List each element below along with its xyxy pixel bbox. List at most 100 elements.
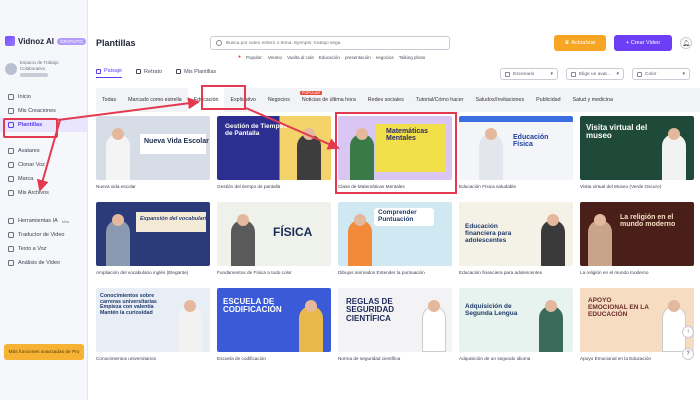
category-salud[interactable]: Salud y medicina — [567, 88, 619, 112]
template-thumbnail: FÍSICA — [217, 202, 331, 266]
ai-tools-icon — [8, 218, 14, 224]
tag-presentacion[interactable]: presentación — [345, 55, 371, 60]
template-caption: Norma de seguridad científica — [338, 356, 401, 361]
template-card[interactable]: ESCUELA DE CODIFICACIÓN Escuela de codif… — [217, 288, 331, 361]
template-thumbnail: ESCUELA DE CODIFICACIÓN — [217, 288, 331, 352]
tag-vuelta-al-cole[interactable]: Vuelta al cole — [287, 55, 314, 60]
category-estrella[interactable]: Marcado como estrella — [122, 88, 188, 112]
chevron-down-icon: ▾ — [682, 71, 685, 77]
template-card[interactable]: REGLAS DE SEGURIDAD CIENTÍFICA Norma de … — [338, 288, 452, 361]
help-chat-icon[interactable]: ? — [682, 348, 694, 360]
filter-escenario[interactable]: Escenario ▾ — [500, 68, 558, 80]
workspace-role — [20, 72, 48, 77]
avatar-filter-icon — [571, 71, 576, 77]
palette-icon — [637, 71, 642, 77]
category-publicidad[interactable]: Publicidad — [530, 88, 566, 112]
page-title: Plantillas — [96, 38, 136, 48]
template-thumbnail: REGLAS DE SEGURIDAD CIENTÍFICA — [338, 288, 452, 352]
template-thumbnail: Educación Física — [459, 116, 573, 180]
thumbnail-title: Conocimientos sobre carreras universitar… — [100, 293, 157, 316]
template-caption: Educación Física saludable — [459, 184, 517, 189]
sidebar-item-analisis[interactable]: Análisis de Video — [0, 256, 88, 270]
tab-paisaje[interactable]: Paisaje — [96, 68, 123, 78]
chevron-down-icon: ▾ — [550, 71, 553, 77]
my-templates-icon — [176, 69, 182, 74]
upgrade-pro-button[interactable]: Más funciones avanzadas de Pro — [4, 344, 84, 360]
sidebar-item-marca[interactable]: Marca — [0, 172, 88, 186]
sidebar-item-avatares[interactable]: Avatares — [0, 144, 88, 158]
bell-icon[interactable]: 🔔︎ — [680, 37, 692, 49]
thumbnail-title: Educación financiera para adolescentes — [465, 223, 512, 244]
category-saludos[interactable]: Saludos/Invitaciones — [470, 88, 531, 112]
template-thumbnail: Nueva Vida Escolar — [96, 116, 210, 180]
template-caption: Apoyo Emocional en la Educación — [580, 356, 652, 361]
thumbnail-title: Nueva Vida Escolar — [144, 138, 209, 145]
sidebar-item-herramientas-ia[interactable]: Herramientas IA Más — [0, 214, 88, 228]
search-icon — [216, 40, 222, 46]
tab-retrato[interactable]: Retrato — [136, 68, 162, 78]
template-card[interactable]: Gestión de Tiempos de Pantalla Gestión d… — [217, 116, 331, 189]
tag-verano[interactable]: Verano — [268, 55, 282, 60]
thumbnail-title: REGLAS DE SEGURIDAD CIENTÍFICA — [346, 297, 395, 323]
avatar-icon — [8, 148, 14, 154]
search-bar[interactable] — [210, 36, 450, 50]
category-todas[interactable]: Todas — [96, 88, 122, 112]
highlight-box-template — [335, 112, 457, 194]
tag-negocios[interactable]: negocios — [376, 55, 394, 60]
translate-icon — [8, 232, 14, 238]
template-caption: Fundamentos de Física a todo color — [217, 270, 292, 275]
category-negocios[interactable]: Negocios — [262, 88, 296, 112]
tag-educacion[interactable]: Educación — [319, 55, 340, 60]
template-thumbnail: Gestión de Tiempos de Pantalla — [217, 116, 331, 180]
template-card[interactable]: Educación Física Educación Física saluda… — [459, 116, 573, 189]
template-card[interactable]: Adquisición de Segunda Lengua Adquisició… — [459, 288, 573, 361]
template-card[interactable]: Educación financiera para adolescentes E… — [459, 202, 573, 275]
source-tabs: Paisaje Retrato Mis Plantillas — [96, 68, 216, 78]
workspace-switcher[interactable]: Espacio de Trabajo Colaborativo — [5, 58, 85, 80]
thumbnail-title: Expansión del vocabulario — [140, 216, 210, 222]
sidebar-tools: Herramientas IA Más Traductor de Video Te… — [0, 214, 88, 270]
sidebar-item-mis-creaciones[interactable]: Mis Creaciones — [0, 104, 88, 118]
template-card[interactable]: Visita virtual del museo Visita virtual … — [580, 116, 694, 189]
template-card[interactable]: FÍSICA Fundamentos de Física a todo colo… — [217, 202, 331, 275]
template-card[interactable]: Expansión del vocabulario Ampliación del… — [96, 202, 210, 275]
template-thumbnail: Expansión del vocabulario — [96, 202, 210, 266]
template-caption: Dibujos animados Entender la puntuación — [338, 270, 425, 275]
sidebar-item-inicio[interactable]: Inicio — [0, 90, 88, 104]
text-to-speech-icon — [8, 246, 14, 252]
files-icon — [8, 190, 14, 196]
category-redes[interactable]: Redes sociales — [362, 88, 410, 112]
filter-color[interactable]: Color ▾ — [632, 68, 690, 80]
template-thumbnail: APOYO EMOCIONAL EN LA EDUCACIÓN — [580, 288, 694, 352]
template-card[interactable]: APOYO EMOCIONAL EN LA EDUCACIÓN Apoyo Em… — [580, 288, 694, 361]
scroll-top-icon[interactable]: ↑ — [682, 326, 694, 338]
sidebar-item-traductor[interactable]: Traductor de Video — [0, 228, 88, 242]
template-card[interactable]: Conocimientos sobre carreras universitar… — [96, 288, 210, 361]
tag-talking-photo[interactable]: Talking photo — [399, 55, 426, 60]
template-card[interactable]: La religión en el mundo moderno La relig… — [580, 202, 694, 275]
template-card[interactable]: Nueva Vida Escolar Nueva vida escolar — [96, 116, 210, 189]
portrait-icon — [136, 69, 142, 74]
template-thumbnail: Comprender Puntuación — [338, 202, 452, 266]
logo[interactable]: Vidnoz AI GRATUITO — [5, 36, 86, 46]
plan-badge: GRATUITO — [57, 37, 86, 45]
tab-mis-plantillas[interactable]: Mis Plantillas — [176, 68, 216, 78]
thumbnail-title: Educación Física — [513, 134, 549, 149]
app-name: Vidnoz AI — [18, 36, 54, 46]
sidebar-item-clonar-voz[interactable]: Clonar Voz — [0, 158, 88, 172]
crown-icon: ♛ — [564, 40, 570, 46]
template-card[interactable]: Comprender Puntuación Dibujos animados E… — [338, 202, 452, 275]
template-caption: La religión en el mundo moderno — [580, 270, 649, 275]
category-noticias[interactable]: POPULAR Noticias de última hora — [296, 88, 362, 112]
search-input[interactable] — [226, 40, 446, 46]
popular-badge: POPULAR — [299, 91, 323, 95]
filter-avatar[interactable]: Elige un avat... ▾ — [566, 68, 624, 80]
upgrade-button[interactable]: ♛ Actualizar — [554, 35, 606, 51]
workspace-name-2: Colaborativo — [20, 65, 46, 71]
sidebar-item-texto-a-voz[interactable]: Texto a Voz — [0, 242, 88, 256]
scene-icon — [505, 71, 510, 77]
create-video-button[interactable]: + Crear Video — [614, 35, 672, 51]
category-tutorial[interactable]: Tutorial/Cómo hacer — [410, 88, 470, 112]
folder-icon — [8, 108, 14, 114]
sidebar-item-mis-archivos[interactable]: Mis Archivos — [0, 186, 88, 200]
